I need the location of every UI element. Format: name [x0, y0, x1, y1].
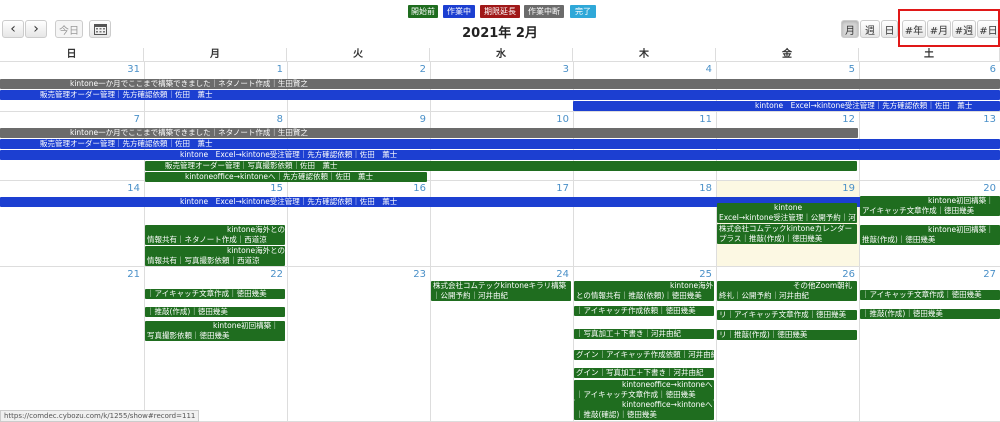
- calendar-event[interactable]: kintoneoffice→kintoneへ｜推敲(確認)｜徳田幾美: [574, 400, 714, 420]
- day-header-thu: 木: [573, 48, 716, 62]
- calendar-event[interactable]: kintone一か月でここまで構築できました｜ネタノート作成｜生田賢之: [0, 79, 1000, 89]
- day-number[interactable]: 6: [976, 64, 996, 75]
- day-number[interactable]: 5: [835, 64, 855, 75]
- month-grid: 日 月 火 水 木 金 土 31 1 2 3 4 5 6 7 8 9 10 11…: [0, 48, 1000, 422]
- day-header-sun: 日: [0, 48, 144, 62]
- day-header-sat: 土: [859, 48, 1000, 62]
- day-number[interactable]: 17: [549, 183, 569, 194]
- day-number[interactable]: 4: [692, 64, 712, 75]
- highlight-box: [898, 9, 1000, 47]
- day-number[interactable]: 1: [263, 64, 283, 75]
- calendar-event[interactable]: グイン｜アイキャッチ作成依頼｜河井由紀: [574, 350, 714, 360]
- legend-suspended: 作業中断: [524, 5, 564, 18]
- day-header-mon: 月: [144, 48, 287, 62]
- calendar-event[interactable]: kintone初回構築｜推敲(作成)｜徳田幾美: [860, 225, 1000, 245]
- day-header-wed: 水: [430, 48, 573, 62]
- calendar-event[interactable]: kintone海外との情報共有｜推敲(依頼)｜徳田幾美: [574, 281, 714, 301]
- day-number[interactable]: 19: [835, 183, 855, 194]
- calendar-event[interactable]: kintone Excel→kintone受注管理｜先方確認依頼｜佐田 薫士: [0, 150, 1000, 160]
- legend-extended: 期限延長: [480, 5, 520, 18]
- calendar-event[interactable]: 株式会社コムテックkintoneキラリ構築｜公開予約｜河井由紀: [431, 281, 571, 301]
- calendar-event[interactable]: 販売管理オーダー管理｜先方確認依頼｜佐田 薫士: [0, 139, 1000, 149]
- calendar-event[interactable]: 販売管理オーダー管理｜写真撮影依頼｜佐田 薫士: [145, 161, 857, 171]
- day-number[interactable]: 16: [406, 183, 426, 194]
- day-number[interactable]: 10: [549, 114, 569, 125]
- calendar-event[interactable]: kintone Excel→kintone受注管理｜先方確認依頼｜佐田 薫士: [573, 101, 1000, 111]
- day-number[interactable]: 18: [692, 183, 712, 194]
- day-number[interactable]: 13: [976, 114, 996, 125]
- calendar-event[interactable]: ｜推敲(作成)｜徳田幾美: [145, 307, 285, 317]
- status-bar-url: https://comdec.cybozu.com/k/1255/show#re…: [0, 410, 200, 422]
- calendar-event[interactable]: その他Zoom朝礼終礼｜公開予約｜河井由紀: [717, 281, 857, 301]
- calendar-event[interactable]: 株式会社コムテックkintoneカレンダープラス｜推敲(作成)｜徳田幾美: [717, 224, 857, 244]
- day-number[interactable]: 15: [263, 183, 283, 194]
- day-header-tue: 火: [287, 48, 430, 62]
- day-number[interactable]: 14: [120, 183, 140, 194]
- day-number[interactable]: 9: [406, 114, 426, 125]
- day-number[interactable]: 27: [976, 269, 996, 280]
- day-header-fri: 金: [716, 48, 859, 62]
- legend-not-started: 開始前: [408, 5, 438, 18]
- calendar-event[interactable]: ｜推敲(作成)｜徳田幾美: [860, 309, 1000, 319]
- day-number[interactable]: 25: [692, 269, 712, 280]
- calendar-event[interactable]: kintoneoffice→kintoneへ｜先方確認依頼｜佐田 薫士: [145, 172, 427, 182]
- day-number[interactable]: 31: [120, 64, 140, 75]
- calendar-event[interactable]: kintone初回構築｜アイキャッチ文章作成｜徳田幾美: [860, 196, 1000, 216]
- calendar-event[interactable]: ｜アイキャッチ文章作成｜徳田幾美: [860, 290, 1000, 300]
- legend-in-progress: 作業中: [443, 5, 475, 18]
- day-number[interactable]: 11: [692, 114, 712, 125]
- calendar-event[interactable]: ｜アイキャッチ文章作成｜徳田幾美: [145, 289, 285, 299]
- day-number[interactable]: 23: [406, 269, 426, 280]
- calendar-event[interactable]: リ｜アイキャッチ文章作成｜徳田幾美: [717, 310, 857, 320]
- day-number[interactable]: 20: [976, 183, 996, 194]
- day-number[interactable]: 24: [549, 269, 569, 280]
- day-number[interactable]: 26: [835, 269, 855, 280]
- day-number[interactable]: 7: [120, 114, 140, 125]
- day-number[interactable]: 3: [549, 64, 569, 75]
- view-day-button[interactable]: 日: [881, 20, 898, 38]
- legend-done: 完了: [570, 5, 596, 18]
- calendar-event[interactable]: kintone Excel→kintone受注管理｜公開予約｜河井由紀: [717, 203, 857, 223]
- day-number[interactable]: 12: [835, 114, 855, 125]
- calendar-event[interactable]: ｜アイキャッチ作成依頼｜徳田幾美: [574, 306, 714, 316]
- day-number[interactable]: 21: [120, 269, 140, 280]
- calendar-event[interactable]: kintone一か月でここまで構築できました｜ネタノート作成｜生田賢之: [0, 128, 858, 138]
- day-number[interactable]: 2: [406, 64, 426, 75]
- calendar-event[interactable]: kintoneoffice→kintoneへ｜アイキャッチ文章作成｜徳田幾美: [574, 380, 714, 400]
- calendar-event[interactable]: グイン｜写真加工＋下書き｜河井由紀: [574, 368, 714, 378]
- calendar-event[interactable]: kintone初回構築｜写真撮影依頼｜徳田幾美: [145, 321, 285, 341]
- view-week-button[interactable]: 週: [860, 20, 880, 38]
- calendar-event[interactable]: ｜写真加工＋下書き｜河井由紀: [574, 329, 714, 339]
- view-month-button[interactable]: 月: [841, 20, 859, 38]
- day-number[interactable]: 8: [263, 114, 283, 125]
- day-number[interactable]: 22: [263, 269, 283, 280]
- calendar-event[interactable]: kintone海外との情報共有｜写真撮影依頼｜西道涼: [145, 246, 285, 266]
- calendar-event[interactable]: リ｜推敲(作成)｜徳田幾美: [717, 330, 857, 340]
- calendar-event[interactable]: 販売管理オーダー管理｜先方確認依頼｜佐田 薫士: [0, 90, 1000, 100]
- calendar-event[interactable]: kintone海外との情報共有｜ネタノート作成｜西道涼: [145, 225, 285, 245]
